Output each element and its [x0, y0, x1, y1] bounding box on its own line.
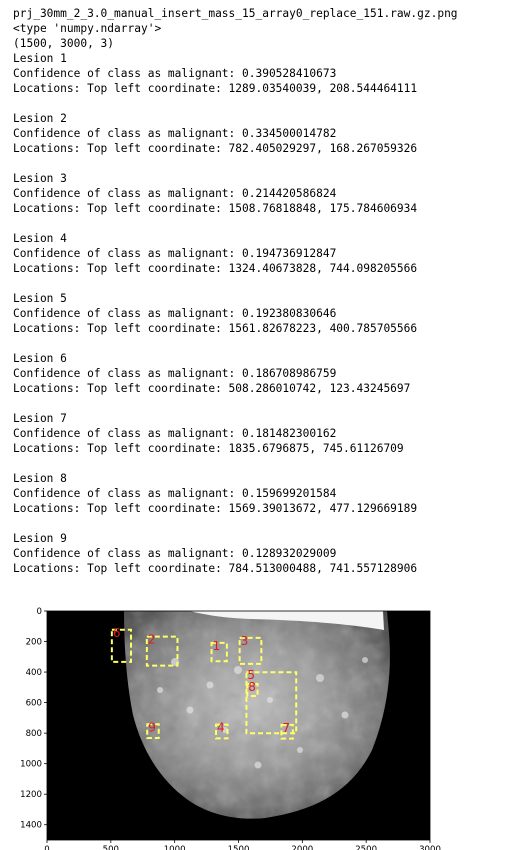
lesion-confidence: Confidence of class as malignant: 0.3345…	[13, 127, 337, 140]
lesion-detection-figure: 123456789 0 200 400 600 800 1000 1200 1400 0 500…	[0, 590, 523, 850]
lesion-heading: Lesion 9	[13, 532, 67, 545]
output-line: prj_30mm_2_3.0_manual_insert_mass_15_arr…	[13, 7, 458, 20]
lesion-confidence: Confidence of class as malignant: 0.1596…	[13, 487, 337, 500]
lesion-number-label: 2	[148, 633, 156, 647]
lesion-number-label: 8	[248, 680, 256, 694]
y-tick-label: 1200	[20, 790, 42, 800]
x-tick-label: 1000	[164, 845, 186, 850]
lesion-location: Locations: Top left coordinate: 1569.390…	[13, 502, 418, 515]
lesion-location: Locations: Top left coordinate: 1835.679…	[13, 442, 404, 455]
x-tick-label: 2500	[355, 845, 377, 850]
y-tick-label: 400	[26, 668, 42, 678]
lesion-location: Locations: Top left coordinate: 1508.768…	[13, 202, 418, 215]
output-line: (1500, 3000, 3)	[13, 37, 115, 50]
lesion-heading: Lesion 7	[13, 412, 67, 425]
lesion-heading: Lesion 8	[13, 472, 67, 485]
mammogram-image	[47, 611, 430, 840]
lesion-location: Locations: Top left coordinate: 1561.826…	[13, 322, 418, 335]
x-tick-label: 500	[103, 845, 119, 850]
lesion-heading: Lesion 3	[13, 172, 67, 185]
lesion-number-label: 7	[282, 721, 290, 735]
lesion-location: Locations: Top left coordinate: 508.2860…	[13, 382, 411, 395]
lesion-number-label: 6	[113, 626, 121, 640]
lesion-heading: Lesion 6	[13, 352, 67, 365]
y-tick-label: 0	[37, 607, 42, 617]
x-tick-label: 3000	[419, 845, 441, 850]
lesion-location: Locations: Top left coordinate: 1289.035…	[13, 82, 418, 95]
cell-output-text: prj_30mm_2_3.0_manual_insert_mass_15_arr…	[13, 6, 513, 576]
lesion-location: Locations: Top left coordinate: 784.5130…	[13, 562, 418, 575]
y-axis-ticks: 0 200 400 600 800 1000 1200 1400	[20, 607, 47, 831]
lesion-number-label: 9	[148, 720, 156, 734]
lesion-confidence: Confidence of class as malignant: 0.1289…	[13, 547, 337, 560]
x-tick-label: 0	[44, 845, 49, 850]
y-tick-label: 600	[26, 699, 42, 709]
lesion-confidence: Confidence of class as malignant: 0.3905…	[13, 67, 337, 80]
x-tick-label: 1500	[228, 845, 250, 850]
y-tick-label: 200	[26, 638, 42, 648]
lesion-location: Locations: Top left coordinate: 782.4050…	[13, 142, 418, 155]
x-axis-ticks: 0 500 1000 1500 2000 2500 3000	[44, 840, 441, 850]
figure-svg: 12 3456789 0200400600800100012001400 0 500…	[20, 607, 441, 850]
lesion-heading: Lesion 4	[13, 232, 67, 245]
y-tick-label: 1400	[20, 821, 42, 831]
lesion-confidence: Confidence of class as malignant: 0.1867…	[13, 367, 337, 380]
lesion-heading: Lesion 1	[13, 52, 67, 65]
lesion-confidence: Confidence of class as malignant: 0.2144…	[13, 187, 337, 200]
y-tick-label: 800	[26, 729, 42, 739]
lesion-heading: Lesion 5	[13, 292, 67, 305]
y-tick-label: 1000	[20, 760, 42, 770]
lesion-number-label: 3	[241, 634, 249, 648]
lesion-heading: Lesion 2	[13, 112, 67, 125]
lesion-location: Locations: Top left coordinate: 1324.406…	[13, 262, 418, 275]
lesion-confidence: Confidence of class as malignant: 0.1923…	[13, 307, 337, 320]
lesion-number-label: 1	[213, 639, 221, 653]
lesion-confidence: Confidence of class as malignant: 0.1947…	[13, 247, 337, 260]
output-line: <type 'numpy.ndarray'>	[13, 22, 162, 35]
lesion-confidence: Confidence of class as malignant: 0.1814…	[13, 427, 337, 440]
x-tick-label: 2000	[291, 845, 313, 850]
lesion-number-label: 4	[217, 721, 225, 735]
